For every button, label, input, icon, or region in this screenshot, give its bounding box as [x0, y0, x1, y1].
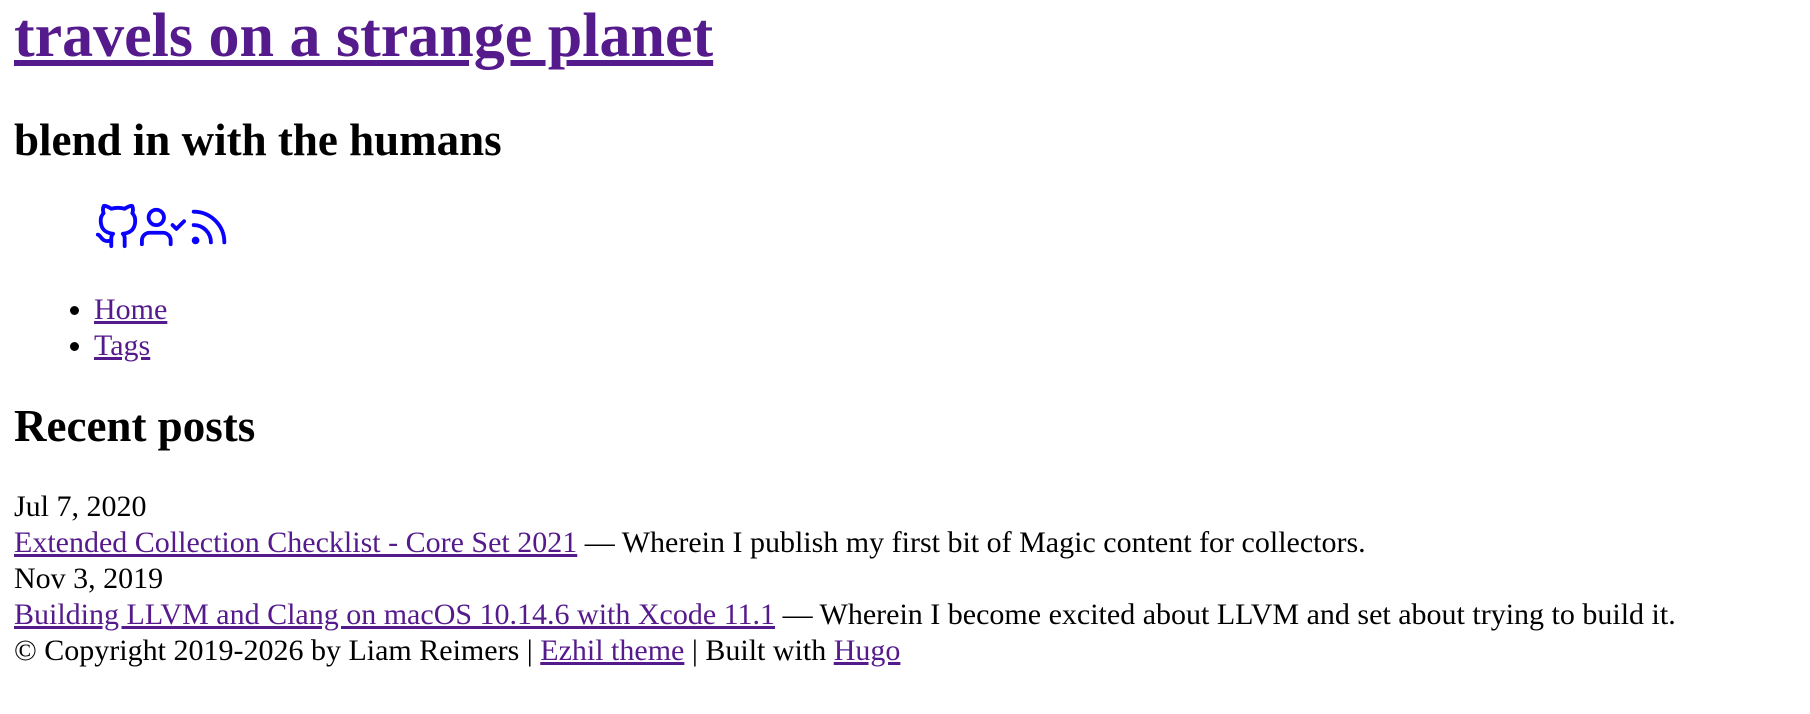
post-date: Jul 7, 2020 — [14, 490, 147, 523]
post-line: Building LLVM and Clang on macOS 10.14.6… — [14, 597, 1796, 633]
post-date: Nov 3, 2019 — [14, 562, 164, 595]
post-separator: — — [775, 598, 820, 631]
site-subtitle: blend in with the humans — [14, 115, 502, 165]
nav-link-home[interactable]: Home — [94, 293, 167, 326]
nav-link-tags[interactable]: Tags — [94, 329, 150, 362]
footer: © Copyright 2019-2026 by Liam Reimers | … — [14, 633, 1796, 669]
footer-hugo-link[interactable]: Hugo — [834, 634, 901, 667]
site-title: travels on a strange planet — [14, 0, 1796, 72]
social-links — [14, 202, 1796, 252]
footer-theme-link[interactable]: Ezhil theme — [540, 634, 684, 667]
post-separator: — — [577, 526, 622, 559]
rss-icon — [191, 209, 227, 245]
github-icon — [95, 203, 138, 249]
footer-built-with: | Built with — [684, 634, 834, 667]
site-title-link[interactable]: travels on a strange planet — [14, 2, 713, 70]
nav-item-tags: Tags — [94, 328, 1796, 364]
post-summary: Wherein I become excited about LLVM and … — [819, 598, 1676, 631]
post-title-link[interactable]: Extended Collection Checklist - Core Set… — [14, 526, 577, 559]
post-item: Nov 3, 2019 Building LLVM and Clang on m… — [14, 561, 1796, 633]
rss-link[interactable] — [186, 202, 232, 252]
nav-item-home: Home — [94, 292, 1796, 328]
post-list: Jul 7, 2020 Extended Collection Checklis… — [14, 489, 1796, 633]
github-link[interactable] — [94, 202, 140, 252]
post-line: Extended Collection Checklist - Core Set… — [14, 525, 1796, 561]
post-item: Jul 7, 2020 Extended Collection Checklis… — [14, 489, 1796, 561]
about-link[interactable] — [140, 202, 186, 252]
footer-copyright: © Copyright 2019-2026 by Liam Reimers | — [14, 634, 541, 667]
post-summary: Wherein I publish my first bit of Magic … — [621, 526, 1366, 559]
user-check-icon — [140, 207, 186, 247]
post-title-link[interactable]: Building LLVM and Clang on macOS 10.14.6… — [14, 598, 775, 631]
recent-posts-heading: Recent posts — [14, 401, 256, 451]
main-nav: Home Tags — [14, 292, 1796, 364]
